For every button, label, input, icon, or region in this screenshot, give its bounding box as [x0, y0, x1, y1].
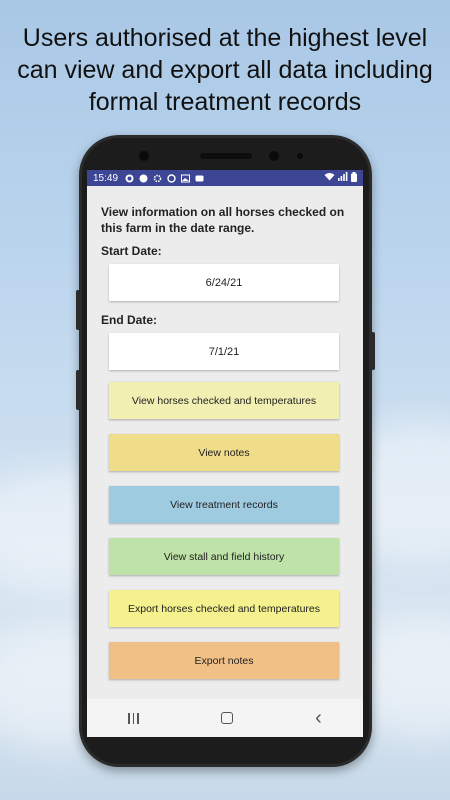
intro-text: View information on all horses checked o…: [101, 205, 345, 235]
start-date-label: Start Date:: [101, 244, 162, 258]
view-treatment-records-button[interactable]: View treatment records: [109, 486, 339, 523]
app-icon: [194, 173, 204, 183]
back-icon[interactable]: ‹: [315, 708, 322, 728]
end-date-field[interactable]: 7/1/21: [109, 333, 339, 370]
home-icon[interactable]: [220, 712, 233, 724]
view-notes-button[interactable]: View notes: [109, 434, 339, 471]
app-icon: [124, 173, 134, 183]
start-date-field[interactable]: 6/24/21: [109, 264, 339, 301]
export-notes-button[interactable]: Export notes: [109, 642, 339, 679]
main-content: View information on all horses checked o…: [87, 186, 363, 679]
view-stall-field-history-button[interactable]: View stall and field history: [109, 538, 339, 575]
image-icon: [180, 173, 190, 183]
recents-icon[interactable]: [128, 712, 139, 724]
end-date-label: End Date:: [101, 313, 158, 327]
camera-icon: [269, 151, 279, 161]
sensor-icon: [297, 153, 303, 159]
phone-screen: 15:49 View information on all horses che…: [87, 170, 363, 737]
battery-icon: [351, 171, 357, 185]
view-horses-temperatures-button[interactable]: View horses checked and temperatures: [109, 382, 339, 419]
app-icon: [138, 173, 148, 183]
signal-icon: [338, 172, 348, 184]
settings-icon: [152, 173, 162, 183]
speaker-grille: [200, 153, 252, 159]
camera-icon: [139, 151, 149, 161]
app-icon: [166, 173, 176, 183]
headline: Users authorised at the highest level ca…: [17, 24, 433, 116]
volume-button: [76, 370, 80, 410]
status-bar: 15:49: [87, 170, 363, 186]
action-button-list: View horses checked and temperatures Vie…: [101, 382, 349, 679]
status-time: 15:49: [93, 172, 119, 184]
wifi-icon: [324, 172, 335, 184]
system-nav-bar: ‹: [87, 699, 363, 737]
power-button: [371, 332, 375, 370]
export-horses-temperatures-button[interactable]: Export horses checked and temperatures: [109, 590, 339, 627]
volume-button: [76, 290, 80, 330]
